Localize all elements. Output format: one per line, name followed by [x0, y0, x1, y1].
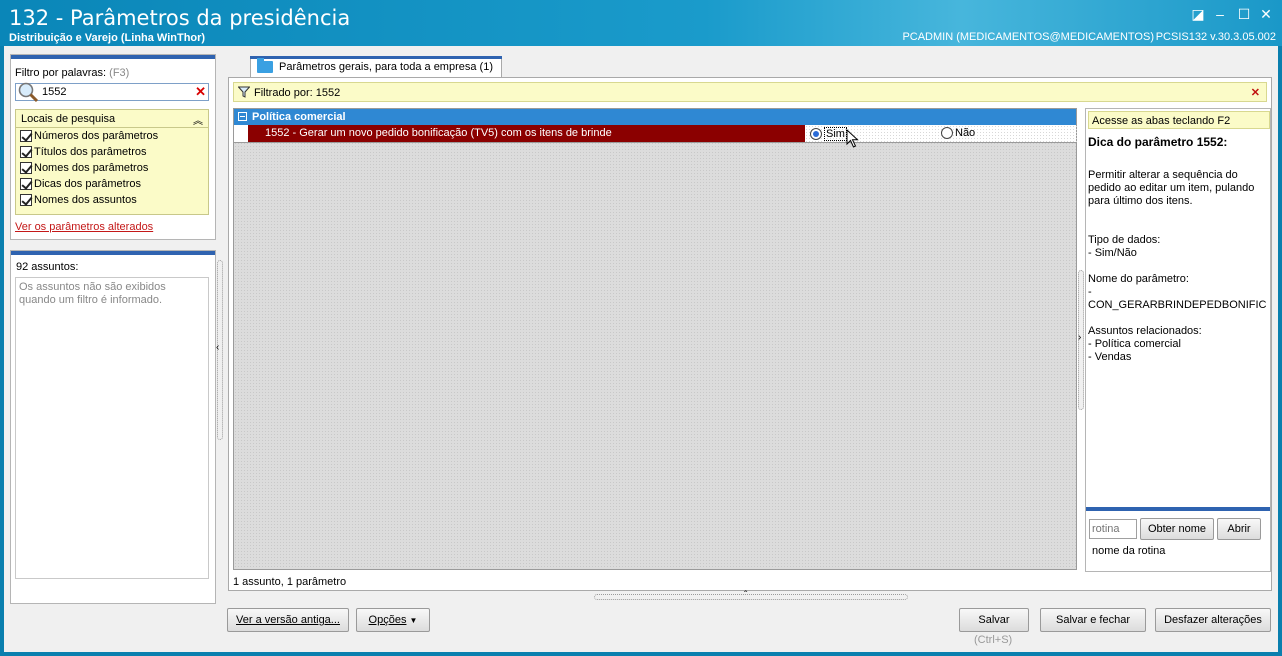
routine-hint: nome da rotina — [1092, 545, 1166, 557]
clear-filter-icon[interactable]: ✕ — [1251, 86, 1260, 99]
panel-topbar — [11, 251, 215, 255]
save-close-button[interactable]: Salvar e fechar — [1040, 608, 1146, 632]
radio-label: Não — [955, 127, 976, 139]
group-title: Política comercial — [252, 111, 346, 123]
checkbox-label: Dicas dos parâmetros — [34, 178, 141, 190]
checkbox-titulos[interactable]: Títulos dos parâmetros — [16, 144, 208, 160]
table-row[interactable]: 1552 - Gerar um novo pedido bonificação … — [234, 125, 1077, 143]
open-button[interactable]: Abrir — [1217, 518, 1261, 540]
search-locations: Locais de pesquisa ︽ Números dos parâmet… — [15, 109, 209, 215]
clear-search-icon[interactable]: ✕ — [195, 84, 206, 100]
group-header[interactable]: Política comercial — [234, 109, 1076, 125]
checkbox-checked-icon[interactable] — [20, 178, 32, 190]
save-shortcut: (Ctrl+S) — [974, 634, 1013, 646]
checkbox-label: Nomes dos parâmetros — [34, 162, 149, 174]
search-input[interactable] — [42, 85, 192, 99]
checkbox-assuntos[interactable]: Nomes dos assuntos — [16, 192, 208, 208]
radio-sim[interactable]: Sim — [810, 127, 847, 141]
options-label: Opções — [368, 613, 407, 626]
filter-panel: Filtro por palavras: (F3) ✕ Locais de pe… — [10, 54, 216, 240]
user-info: PCADMIN (MEDICAMENTOS@MEDICAMENTOS) — [902, 31, 1154, 43]
expand-right-icon[interactable]: › — [1078, 332, 1081, 343]
param-name[interactable]: 1552 - Gerar um novo pedido bonificação … — [248, 125, 805, 142]
filter-shortcut: (F3) — [109, 67, 130, 79]
window-subtitle: Distribuição e Varejo (Linha WinThor) — [9, 32, 206, 44]
version-info: PCSIS132 v.30.3.05.002 — [1155, 31, 1276, 43]
old-version-button[interactable]: Ver a versão antiga... — [227, 608, 349, 632]
filter-label: Filtro por palavras: (F3) — [15, 67, 129, 79]
checkbox-checked-icon[interactable] — [20, 130, 32, 142]
routine-box: Obter nome Abrir nome da rotina — [1086, 507, 1270, 571]
tabs-hint: Acesse as abas teclando F2 — [1088, 111, 1270, 129]
radio-label: Sim — [824, 127, 847, 141]
radio-unselected-icon[interactable] — [941, 127, 953, 139]
collapse-bottom-icon[interactable]: ˆ — [744, 590, 747, 601]
maximize-icon[interactable]: ☐ — [1236, 6, 1252, 22]
checkbox-label: Números dos parâmetros — [34, 130, 159, 142]
main-panel: Filtrado por: 1552 ✕ Política comercial … — [228, 77, 1272, 591]
restore-icon[interactable]: ◪ — [1190, 6, 1206, 22]
filtered-by-text: Filtrado por: 1552 — [254, 87, 341, 99]
get-name-button[interactable]: Obter nome — [1140, 518, 1214, 540]
search-locations-header[interactable]: Locais de pesquisa ︽ — [16, 110, 208, 128]
params-grid: Política comercial 1552 - Gerar um novo … — [233, 108, 1077, 570]
checkbox-label: Nomes dos assuntos — [34, 194, 137, 206]
checkbox-checked-icon[interactable] — [20, 194, 32, 206]
checkbox-nomes[interactable]: Nomes dos parâmetros — [16, 160, 208, 176]
filter-status-bar: Filtrado por: 1552 ✕ — [233, 82, 1267, 102]
status-text: 1 assunto, 1 parâmetro — [233, 576, 347, 588]
radio-nao[interactable]: Não — [941, 127, 975, 139]
panel-topbar — [11, 55, 215, 59]
mouse-cursor-icon — [846, 129, 859, 148]
folder-icon — [257, 58, 273, 73]
collapse-icon[interactable]: ︽ — [193, 112, 203, 127]
tab-topline — [250, 56, 502, 59]
save-button[interactable]: Salvar — [959, 608, 1029, 632]
undo-button[interactable]: Desfazer alterações — [1155, 608, 1271, 632]
minimize-icon[interactable]: – — [1212, 6, 1228, 22]
checkbox-checked-icon[interactable] — [20, 146, 32, 158]
old-version-label: Ver a versão antiga... — [236, 614, 340, 626]
checkbox-checked-icon[interactable] — [20, 162, 32, 174]
changed-params-link[interactable]: Ver os parâmetros alterados — [15, 221, 153, 233]
routine-input[interactable] — [1089, 519, 1137, 539]
collapse-group-icon[interactable] — [238, 112, 247, 121]
search-box: ✕ — [15, 82, 209, 103]
close-icon[interactable]: ✕ — [1258, 6, 1274, 22]
filter-label-text: Filtro por palavras: — [15, 67, 107, 79]
window-title: 132 - Parâmetros da presidência — [9, 6, 351, 30]
search-icon — [18, 82, 39, 103]
subjects-list: Os assuntos não são exibidos quando um f… — [15, 277, 209, 579]
tip-title: Dica do parâmetro 1552: — [1088, 135, 1228, 149]
subjects-count: 92 assuntos: — [16, 261, 79, 273]
client-area: Filtro por palavras: (F3) ✕ Locais de pe… — [4, 46, 1278, 652]
options-button[interactable]: Opções ▼ — [356, 608, 430, 632]
checkbox-numeros[interactable]: Números dos parâmetros — [16, 128, 208, 144]
tab-label: Parâmetros gerais, para toda a empresa (… — [279, 61, 493, 73]
funnel-icon — [238, 86, 250, 98]
checkbox-label: Títulos dos parâmetros — [34, 146, 147, 158]
dropdown-arrow-icon: ▼ — [409, 615, 418, 625]
subjects-panel: 92 assuntos: Os assuntos não são exibido… — [10, 250, 216, 604]
radio-selected-icon[interactable] — [810, 128, 822, 140]
checkbox-dicas[interactable]: Dicas dos parâmetros — [16, 176, 208, 192]
tab-general-params[interactable]: Parâmetros gerais, para toda a empresa (… — [250, 56, 502, 78]
tip-text: Permitir alterar a sequência do pedido a… — [1088, 169, 1267, 363]
collapse-left-icon[interactable]: ‹ — [216, 342, 219, 353]
title-bar: 132 - Parâmetros da presidência Distribu… — [0, 0, 1282, 46]
tips-panel: Acesse as abas teclando F2 Dica do parâm… — [1085, 108, 1271, 572]
search-locations-title: Locais de pesquisa — [21, 113, 116, 125]
bottom-splitter[interactable] — [594, 594, 908, 600]
